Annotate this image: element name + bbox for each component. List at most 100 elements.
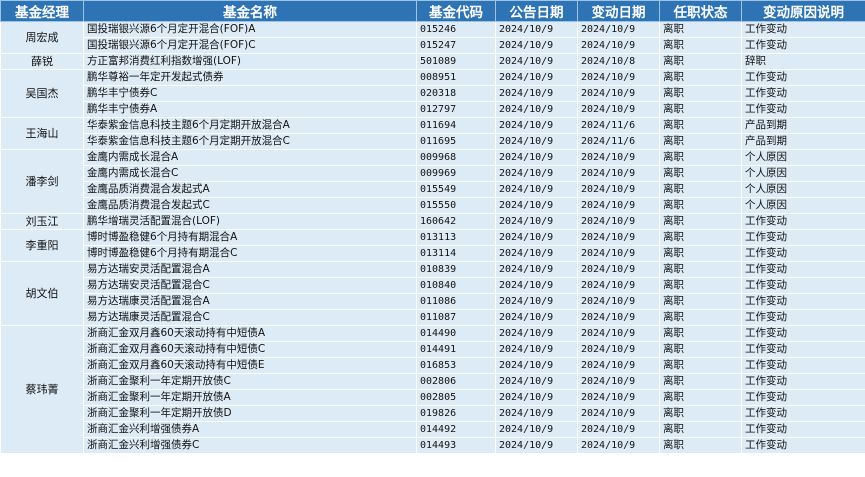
fund-name-cell: 金鹰品质消费混合发起式C — [83, 197, 417, 214]
fund-name-cell: 鹏华尊裕一年定开发起式债券 — [83, 69, 417, 86]
reason-cell: 工作变动 — [741, 245, 865, 262]
announce-date-cell: 2024/10/9 — [495, 261, 578, 278]
table-row: 易方达瑞康灵活配置混合A 011086 2024/10/9 2024/10/9 离职 工作… — [1, 293, 865, 310]
reason-cell: 工作变动 — [741, 325, 865, 342]
status-cell: 离职 — [659, 101, 742, 118]
header-change-date: 变动日期 — [577, 0, 660, 22]
status-cell: 离职 — [659, 261, 742, 278]
fund-name-cell: 鹏华增瑞灵活配置混合(LOF) — [83, 213, 417, 230]
fund-name-cell: 浙商汇金聚利一年定期开放债D — [83, 405, 417, 422]
fund-name-cell: 浙商汇金双月鑫60天滚动持有中短债A — [83, 325, 417, 342]
change-date-cell: 2024/10/9 — [577, 197, 660, 214]
table-row: 易方达瑞康灵活配置混合C 011087 2024/10/9 2024/10/9 离职 工作… — [1, 309, 865, 326]
fund-name-cell: 浙商汇金聚利一年定期开放债A — [83, 389, 417, 406]
change-date-cell: 2024/10/9 — [577, 245, 660, 262]
table-row: 浙商汇金兴利增强债券A 014492 2024/10/9 2024/10/9 离职 工作变… — [1, 421, 865, 438]
status-cell: 离职 — [659, 229, 742, 246]
table-row: 金鹰品质消费混合发起式C 015550 2024/10/9 2024/10/9 离职 个人… — [1, 197, 865, 214]
reason-cell: 工作变动 — [741, 229, 865, 246]
manager-change-table: 基金经理 基金名称 基金代码 公告日期 变动日期 任职状态 变动原因说明 周宏成… — [0, 0, 865, 454]
header-fund-code: 基金代码 — [416, 0, 496, 22]
reason-cell: 个人原因 — [741, 165, 865, 182]
reason-cell: 工作变动 — [741, 341, 865, 358]
status-cell: 离职 — [659, 357, 742, 374]
status-cell: 离职 — [659, 389, 742, 406]
fund-code-cell: 013113 — [416, 229, 496, 246]
fund-code-cell: 002806 — [416, 373, 496, 390]
change-date-cell: 2024/10/9 — [577, 373, 660, 390]
reason-cell: 工作变动 — [741, 373, 865, 390]
status-cell: 离职 — [659, 277, 742, 294]
table-row: 周宏成 国投瑞银兴源6个月定开混合(FOF)A 015246 2024/10/9 202… — [0, 21, 865, 54]
status-cell: 离职 — [659, 405, 742, 422]
status-cell: 离职 — [659, 213, 742, 230]
fund-code-cell: 501089 — [416, 53, 496, 70]
status-cell: 离职 — [659, 373, 742, 390]
reason-cell: 个人原因 — [741, 149, 865, 166]
fund-name-cell: 易方达瑞安灵活配置混合C — [83, 277, 417, 294]
change-date-cell: 2024/10/9 — [577, 101, 660, 118]
fund-name-cell: 金鹰内需成长混合C — [83, 165, 417, 182]
table-row: 浙商汇金聚利一年定期开放债A 002805 2024/10/9 2024/10/9 离职… — [1, 389, 865, 406]
fund-name-cell: 华泰紫金信息科技主题6个月定期开放混合C — [83, 133, 417, 150]
fund-name-cell: 博时博盈稳健6个月持有期混合C — [83, 245, 417, 262]
fund-code-cell: 002805 — [416, 389, 496, 406]
table-row: 薛锐 方正富邦消费红利指数增强(LOF) 501089 2024/10/9 2024/1… — [0, 53, 865, 70]
reason-cell: 工作变动 — [741, 101, 865, 118]
announce-date-cell: 2024/10/9 — [495, 229, 578, 246]
status-cell: 离职 — [659, 133, 742, 150]
fund-code-cell: 016853 — [416, 357, 496, 374]
change-date-cell: 2024/10/9 — [577, 389, 660, 406]
fund-code-cell: 011087 — [416, 309, 496, 326]
status-cell: 离职 — [659, 437, 742, 454]
table-row: 国投瑞银兴源6个月定开混合(FOF)C 015247 2024/10/9 2024/1… — [1, 37, 865, 54]
announce-date-cell: 2024/10/9 — [495, 293, 578, 310]
status-cell: 离职 — [659, 53, 742, 70]
announce-date-cell: 2024/10/9 — [495, 437, 578, 454]
fund-code-cell: 009968 — [416, 149, 496, 166]
manager-cell: 潘李剑 — [0, 149, 84, 214]
fund-name-cell: 浙商汇金兴利增强债券C — [83, 437, 417, 454]
fund-name-cell: 浙商汇金双月鑫60天滚动持有中短债E — [83, 357, 417, 374]
fund-code-cell: 014491 — [416, 341, 496, 358]
header-fund-name: 基金名称 — [83, 0, 417, 22]
change-date-cell: 2024/10/9 — [577, 85, 660, 102]
fund-code-cell: 160642 — [416, 213, 496, 230]
fund-code-cell: 011086 — [416, 293, 496, 310]
fund-code-cell: 014490 — [416, 325, 496, 342]
change-date-cell: 2024/10/8 — [577, 53, 660, 70]
fund-name-cell: 鹏华丰宁债券A — [83, 101, 417, 118]
fund-code-cell: 015549 — [416, 181, 496, 198]
reason-cell: 工作变动 — [741, 357, 865, 374]
announce-date-cell: 2024/10/9 — [495, 309, 578, 326]
reason-cell: 个人原因 — [741, 181, 865, 198]
reason-cell: 工作变动 — [741, 37, 865, 54]
header-row: 基金经理 基金名称 基金代码 公告日期 变动日期 任职状态 变动原因说明 — [0, 0, 865, 22]
status-cell: 离职 — [659, 181, 742, 198]
fund-name-cell: 方正富邦消费红利指数增强(LOF) — [83, 53, 417, 70]
status-cell: 离职 — [659, 309, 742, 326]
reason-cell: 工作变动 — [741, 437, 865, 454]
fund-name-cell: 国投瑞银兴源6个月定开混合(FOF)C — [83, 37, 417, 54]
change-date-cell: 2024/10/9 — [577, 213, 660, 230]
status-cell: 离职 — [659, 341, 742, 358]
reason-cell: 工作变动 — [741, 421, 865, 438]
fund-code-cell: 009969 — [416, 165, 496, 182]
manager-cell: 王海山 — [0, 117, 84, 150]
status-cell: 离职 — [659, 165, 742, 182]
change-date-cell: 2024/10/9 — [577, 165, 660, 182]
table-row: 潘李剑 金鹰内需成长混合A 009968 2024/10/9 2024/10/9 离职 个人… — [0, 149, 865, 214]
manager-cell: 胡文伯 — [0, 261, 84, 326]
manager-cell: 蔡玮菁 — [0, 325, 84, 454]
status-cell: 离职 — [659, 245, 742, 262]
reason-cell: 辞职 — [741, 53, 865, 70]
manager-cell: 吴国杰 — [0, 69, 84, 118]
announce-date-cell: 2024/10/9 — [495, 389, 578, 406]
change-date-cell: 2024/10/9 — [577, 309, 660, 326]
manager-cell: 刘玉江 — [0, 213, 84, 230]
fund-name-cell: 浙商汇金兴利增强债券A — [83, 421, 417, 438]
fund-name-cell: 浙商汇金聚利一年定期开放债C — [83, 373, 417, 390]
reason-cell: 工作变动 — [741, 309, 865, 326]
fund-name-cell: 易方达瑞安灵活配置混合A — [83, 261, 417, 278]
fund-name-cell: 鹏华丰宁债券C — [83, 85, 417, 102]
